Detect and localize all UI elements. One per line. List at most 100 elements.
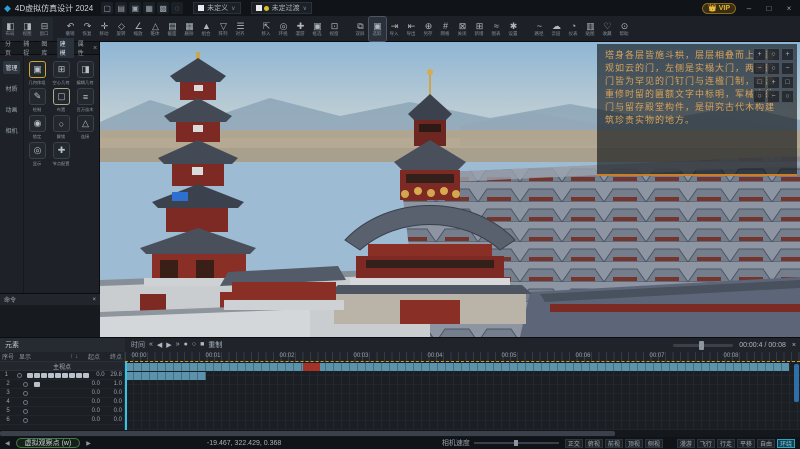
keyframe-chip[interactable] bbox=[34, 373, 40, 378]
mode-button-漫游[interactable]: 漫游 bbox=[677, 439, 695, 448]
ribbon-button[interactable]: ☰对齐 bbox=[232, 17, 249, 41]
ribbon-button[interactable]: ▲组合 bbox=[198, 17, 215, 41]
ribbon-button[interactable]: ◇旋转 bbox=[113, 17, 130, 41]
nav-pad-button[interactable]: + bbox=[781, 48, 794, 61]
horizontal-scrollbar[interactable] bbox=[0, 430, 800, 437]
maximize-button[interactable]: □ bbox=[762, 4, 776, 13]
nav-pad-button[interactable]: ○ bbox=[781, 90, 794, 103]
table-row[interactable]: 40.00.0 bbox=[0, 398, 124, 407]
nav-pad-button[interactable]: □ bbox=[753, 76, 766, 89]
tool-button[interactable]: ✚节点配置 bbox=[51, 142, 72, 167]
table-row[interactable]: 20.01.0 bbox=[0, 380, 124, 389]
table-row[interactable]: 60.00.0 bbox=[0, 416, 124, 425]
ribbon-button[interactable]: △锥体 bbox=[147, 17, 164, 41]
ribbon-button[interactable]: ▽阵列 bbox=[215, 17, 232, 41]
ribbon-button[interactable]: ≈图表 bbox=[488, 17, 505, 41]
next-observer-icon[interactable]: ▶ bbox=[86, 440, 91, 447]
keyframe-chip[interactable] bbox=[62, 373, 68, 378]
nav-pad-button[interactable]: + bbox=[753, 48, 766, 61]
camera-speed-slider[interactable] bbox=[474, 442, 559, 444]
tool-button[interactable]: ◨编辑几何 bbox=[75, 61, 96, 86]
ribbon-button[interactable]: ♡收藏 bbox=[599, 17, 616, 41]
keyframe-chip[interactable] bbox=[34, 382, 40, 387]
scrollbar-thumb[interactable] bbox=[0, 431, 615, 436]
nav-pad-button[interactable]: ○ bbox=[767, 62, 780, 75]
open-file-icon[interactable]: ▤ bbox=[115, 2, 127, 14]
mode-button-行走[interactable]: 行走 bbox=[717, 439, 735, 448]
refresh-icon[interactable]: ◌ bbox=[171, 2, 183, 14]
command-log[interactable] bbox=[0, 305, 100, 338]
mode-button-平移[interactable]: 平移 bbox=[737, 439, 755, 448]
timeline-zoom-slider[interactable] bbox=[673, 344, 733, 347]
nav-pad-button[interactable]: + bbox=[767, 76, 780, 89]
ribbon-button[interactable]: ↶撤销 bbox=[62, 17, 79, 41]
keyframe-chip[interactable] bbox=[27, 373, 33, 378]
ribbon-button[interactable]: ☁云层 bbox=[548, 17, 565, 41]
ribbon-button[interactable]: ↷恢复 bbox=[79, 17, 96, 41]
row-visibility-toggle[interactable] bbox=[13, 373, 27, 378]
mode-button-环绕[interactable]: 环绕 bbox=[777, 439, 795, 448]
animation-bar-main[interactable] bbox=[125, 363, 789, 371]
loop-icon[interactable]: ○ bbox=[192, 341, 196, 349]
prev-observer-icon[interactable]: ◀ bbox=[5, 440, 10, 447]
nav-pad-button[interactable]: ○ bbox=[767, 48, 780, 61]
tool-button[interactable]: ◉锁定 bbox=[27, 115, 48, 140]
nav-pad-button[interactable]: − bbox=[767, 90, 780, 103]
sidebar-item-材质[interactable]: 材质 bbox=[3, 82, 19, 95]
ribbon-button[interactable]: ⇥导入 bbox=[386, 17, 403, 41]
vertical-scrollbar[interactable] bbox=[794, 364, 799, 402]
timeline-close-icon[interactable]: × bbox=[792, 342, 796, 349]
play-icon[interactable]: ▶ bbox=[166, 341, 171, 349]
animation-bar-secondary[interactable] bbox=[125, 372, 206, 380]
animation-bar-red-segment[interactable] bbox=[303, 363, 320, 371]
view-button-俯视[interactable]: 俯视 bbox=[585, 439, 603, 448]
timeline-rows[interactable] bbox=[125, 362, 800, 430]
ribbon-button[interactable]: ◔仪表 bbox=[565, 17, 582, 41]
sidebar-item-动画[interactable]: 动画 bbox=[3, 103, 19, 116]
command-panel-close-icon[interactable]: × bbox=[92, 297, 96, 303]
viewport-3d[interactable]: 塔身各层皆施斗栱，层层相叠而上，远观如云的门，左侧是实榻大门，两侧的门皆为罕见的… bbox=[100, 42, 800, 337]
ribbon-button[interactable]: ▦删除 bbox=[181, 17, 198, 41]
new-file-icon[interactable]: ▢ bbox=[101, 2, 113, 14]
ribbon-button[interactable]: ◧布局 bbox=[2, 17, 19, 41]
save-file-icon[interactable]: ▣ bbox=[129, 2, 141, 14]
ribbon-button[interactable]: ⇱移入 bbox=[258, 17, 275, 41]
ribbon-button[interactable]: ~路径 bbox=[531, 17, 548, 41]
row-visibility-toggle[interactable] bbox=[16, 418, 34, 423]
tool-button[interactable]: ◎显示 bbox=[27, 142, 48, 167]
keyframe-chip[interactable] bbox=[76, 373, 82, 378]
ribbon-button[interactable]: ◎环视 bbox=[275, 17, 292, 41]
tool-button[interactable]: △连接 bbox=[75, 115, 96, 140]
ribbon-button[interactable]: ⊕另存 bbox=[420, 17, 437, 41]
ribbon-button[interactable]: #网格 bbox=[437, 17, 454, 41]
view-button-顶视[interactable]: 顶视 bbox=[625, 439, 643, 448]
ribbon-button[interactable]: ◨视图 bbox=[19, 17, 36, 41]
ribbon-button[interactable]: ⊞新增 bbox=[471, 17, 488, 41]
minimize-button[interactable]: – bbox=[742, 4, 756, 13]
ribbon-button[interactable]: ▥贴图 bbox=[582, 17, 599, 41]
ribbon-button[interactable]: ⊟窗口 bbox=[36, 17, 53, 41]
row-visibility-toggle[interactable] bbox=[16, 391, 34, 396]
ribbon-button[interactable]: ▤截面 bbox=[164, 17, 181, 41]
ribbon-button[interactable]: ▣框选 bbox=[309, 17, 326, 41]
save-all-icon[interactable]: ▩ bbox=[157, 2, 169, 14]
view-button-侧视[interactable]: 侧视 bbox=[645, 439, 663, 448]
step-back-icon[interactable]: ◀ bbox=[157, 341, 162, 349]
observer-pill[interactable]: 虚拟观察点 (w) bbox=[16, 438, 81, 448]
ribbon-button[interactable]: ▣选取 bbox=[369, 17, 386, 41]
timeline-track-area[interactable]: 00:0000:0100:0200:0300:0400:0500:0600:07… bbox=[125, 352, 800, 430]
nav-pad-button[interactable]: □ bbox=[781, 76, 794, 89]
ribbon-button[interactable]: ⊙帮助 bbox=[616, 17, 633, 41]
row-visibility-toggle[interactable] bbox=[16, 400, 34, 405]
table-row[interactable]: 10.029.8 bbox=[0, 371, 124, 380]
keyframe-chip[interactable] bbox=[48, 373, 54, 378]
ribbon-button[interactable]: ⇤导出 bbox=[403, 17, 420, 41]
tool-button[interactable]: ▣几何体组 bbox=[27, 61, 48, 86]
reset-button[interactable]: 重制 bbox=[208, 340, 222, 350]
tool-button[interactable]: ⊞空心几何 bbox=[51, 61, 72, 86]
ribbon-button[interactable]: ∠缩放 bbox=[130, 17, 147, 41]
keyframe-chip[interactable] bbox=[69, 373, 75, 378]
sidebar-item-相机[interactable]: 相机 bbox=[3, 124, 19, 137]
nav-pad-button[interactable]: ○ bbox=[753, 90, 766, 103]
nav-pad-button[interactable]: − bbox=[753, 62, 766, 75]
